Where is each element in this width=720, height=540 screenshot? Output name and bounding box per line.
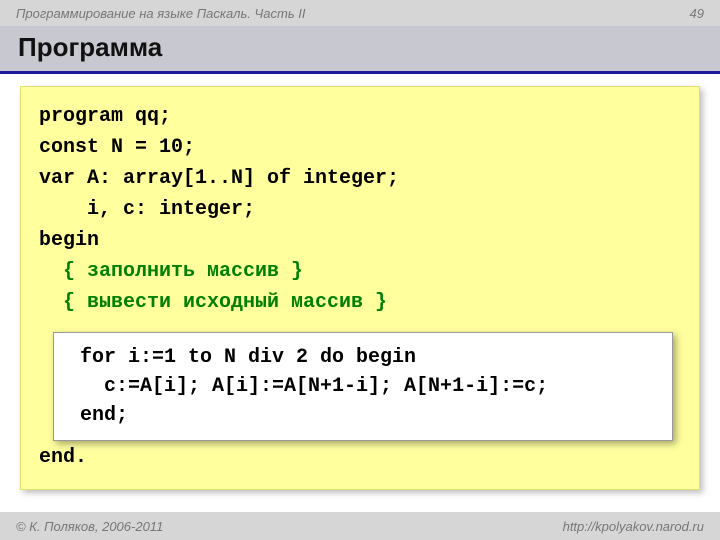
copyright: © К. Поляков, 2006-2011	[16, 519, 163, 534]
page-number: 49	[690, 6, 704, 21]
slide-content: program qq; const N = 10; var A: array[1…	[0, 74, 720, 490]
overlay-line: c:=A[i]; A[i]:=A[N+1-i]; A[N+1-i]:=c;	[68, 372, 658, 401]
slide-footer: © К. Поляков, 2006-2011 http://kpolyakov…	[0, 512, 720, 540]
title-bar: Программа	[0, 26, 720, 74]
code-comment: { заполнить массив }	[39, 256, 681, 287]
code-line: end.	[39, 442, 681, 473]
footer-url: http://kpolyakov.narod.ru	[563, 519, 704, 534]
slide-title: Программа	[18, 32, 702, 63]
code-comment: { вывести исходный массив }	[39, 287, 681, 318]
code-line: begin	[39, 225, 681, 256]
code-block: program qq; const N = 10; var A: array[1…	[20, 86, 700, 490]
code-line: const N = 10;	[39, 132, 681, 163]
overlay-line: for i:=1 to N div 2 do begin	[68, 343, 658, 372]
code-line: program qq;	[39, 101, 681, 132]
course-title: Программирование на языке Паскаль. Часть…	[16, 6, 306, 21]
code-line: i, c: integer;	[39, 194, 681, 225]
slide-header: Программирование на языке Паскаль. Часть…	[0, 0, 720, 26]
code-line: var A: array[1..N] of integer;	[39, 163, 681, 194]
overlay-line: end;	[68, 401, 658, 430]
code-overlay: for i:=1 to N div 2 do begin c:=A[i]; A[…	[53, 332, 673, 441]
